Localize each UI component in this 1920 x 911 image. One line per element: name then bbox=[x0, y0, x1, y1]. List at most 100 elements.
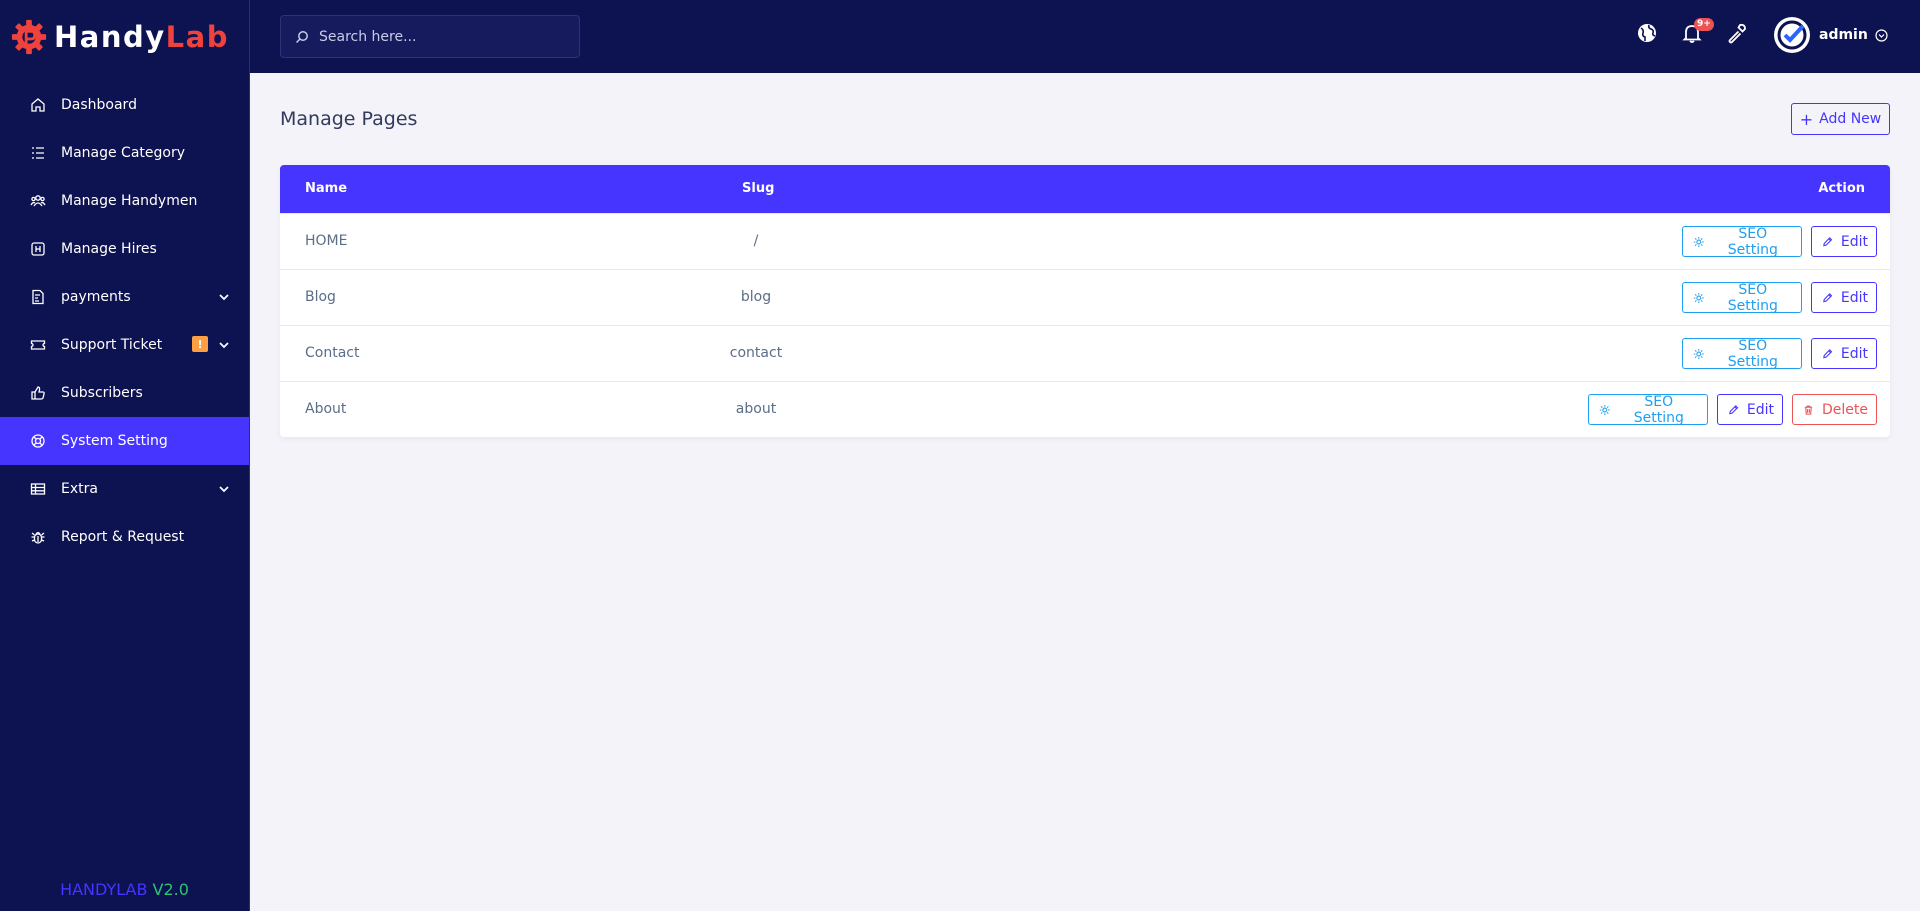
page-slug: contact bbox=[729, 345, 783, 361]
language-button[interactable] bbox=[1636, 22, 1658, 44]
sidebar-item-subscribers[interactable]: Subscribers bbox=[0, 369, 249, 417]
bug-icon bbox=[30, 529, 46, 545]
add-new-label: Add New bbox=[1819, 111, 1882, 127]
edit-button[interactable]: Edit bbox=[1811, 338, 1877, 369]
seo-setting-button[interactable]: SEO Setting bbox=[1682, 337, 1802, 370]
seo-setting-button[interactable]: SEO Setting bbox=[1588, 393, 1708, 426]
edit-label: Edit bbox=[1840, 345, 1868, 362]
page-name: Contact bbox=[305, 345, 360, 361]
row-actions: SEO Setting Edit Delete bbox=[1588, 393, 1877, 426]
sidebar-item-label: Subscribers bbox=[61, 385, 143, 401]
chevron-down-icon bbox=[219, 294, 229, 301]
gear-icon bbox=[1599, 404, 1610, 415]
avatar bbox=[1774, 17, 1810, 53]
wrench-icon bbox=[1728, 23, 1746, 44]
hires-icon bbox=[30, 241, 46, 257]
seo-setting-label: SEO Setting bbox=[1727, 337, 1778, 370]
table-header: Name Slug Action bbox=[280, 165, 1890, 213]
sidebar-item-dashboard[interactable]: Dashboard bbox=[0, 81, 249, 129]
edit-label: Edit bbox=[1746, 401, 1774, 418]
sidebar: HandyLab Dashboard Manage Category Manag… bbox=[0, 0, 250, 911]
version-name: HANDYLAB bbox=[60, 880, 148, 899]
search-input[interactable] bbox=[319, 28, 559, 45]
seo-setting-button[interactable]: SEO Setting bbox=[1682, 225, 1802, 258]
sidebar-item-manage-handymen[interactable]: Manage Handymen bbox=[0, 177, 249, 225]
top-navbar: 9+ admin bbox=[250, 0, 1920, 73]
page-name: About bbox=[305, 401, 347, 417]
sidebar-item-system-setting[interactable]: System Setting bbox=[0, 417, 249, 465]
sidebar-item-label: Manage Hires bbox=[61, 241, 157, 257]
notification-count-badge: 9+ bbox=[1694, 18, 1714, 31]
checkmark-avatar-icon bbox=[1777, 20, 1807, 50]
globe-icon bbox=[1638, 24, 1656, 42]
list-icon bbox=[30, 145, 46, 161]
page-name: Blog bbox=[305, 289, 336, 305]
sidebar-menu: Dashboard Manage Category Manage Handyme… bbox=[0, 81, 249, 561]
user-menu[interactable]: admin bbox=[1774, 16, 1888, 54]
edit-label: Edit bbox=[1840, 289, 1868, 306]
pencil-icon bbox=[1729, 404, 1739, 414]
column-header-name: Name bbox=[305, 181, 348, 196]
gear-icon bbox=[1693, 348, 1704, 359]
gear-icon bbox=[1693, 292, 1704, 303]
sidebar-item-label: Support Ticket bbox=[61, 337, 163, 353]
plus-icon: + bbox=[1799, 109, 1814, 129]
sidebar-item-payments[interactable]: payments bbox=[0, 273, 249, 321]
pencil-icon bbox=[1823, 236, 1833, 246]
row-actions: SEO Setting Edit bbox=[1682, 337, 1877, 370]
edit-button[interactable]: Edit bbox=[1717, 394, 1783, 425]
sidebar-item-manage-category[interactable]: Manage Category bbox=[0, 129, 249, 177]
page-slug: about bbox=[735, 401, 777, 417]
users-icon bbox=[30, 193, 46, 209]
row-actions: SEO Setting Edit bbox=[1682, 281, 1877, 314]
page-title: Manage Pages bbox=[280, 108, 418, 130]
seo-setting-label: SEO Setting bbox=[1727, 281, 1778, 314]
invoice-icon bbox=[30, 289, 46, 305]
thumbs-up-icon bbox=[30, 385, 46, 401]
ticket-icon bbox=[30, 337, 46, 353]
delete-label: Delete bbox=[1822, 401, 1868, 418]
seo-setting-label: SEO Setting bbox=[1633, 393, 1684, 426]
column-header-slug: Slug bbox=[742, 181, 775, 196]
gear-wrench-logo-icon bbox=[11, 19, 47, 54]
brand-name: HandyLab bbox=[54, 19, 229, 54]
add-new-button[interactable]: + Add New bbox=[1791, 103, 1890, 135]
table-row: Blog blog SEO Setting Edit bbox=[280, 269, 1890, 325]
sidebar-item-support-ticket[interactable]: Support Ticket ! bbox=[0, 321, 249, 369]
trash-icon bbox=[1804, 405, 1813, 415]
search-box[interactable] bbox=[280, 15, 580, 58]
chevron-down-circle-icon bbox=[1875, 28, 1888, 42]
table-icon bbox=[30, 481, 46, 497]
sidebar-item-manage-hires[interactable]: Manage Hires bbox=[0, 225, 249, 273]
chevron-down-icon bbox=[219, 342, 229, 349]
row-actions: SEO Setting Edit bbox=[1682, 225, 1877, 258]
gear-icon bbox=[1693, 236, 1704, 247]
delete-button[interactable]: Delete bbox=[1792, 394, 1877, 425]
sidebar-item-extra[interactable]: Extra bbox=[0, 465, 249, 513]
pencil-icon bbox=[1823, 348, 1833, 358]
page-slug: blog bbox=[740, 289, 772, 305]
sidebar-item-label: Report & Request bbox=[61, 529, 185, 545]
seo-setting-button[interactable]: SEO Setting bbox=[1682, 281, 1802, 314]
edit-label: Edit bbox=[1840, 233, 1868, 250]
edit-button[interactable]: Edit bbox=[1811, 226, 1877, 257]
settings-button[interactable] bbox=[1726, 22, 1748, 44]
chevron-down-icon bbox=[219, 486, 229, 493]
page-slug: / bbox=[753, 233, 759, 249]
notifications-button[interactable]: 9+ bbox=[1681, 18, 1714, 44]
sidebar-item-report-request[interactable]: Report & Request bbox=[0, 513, 249, 561]
table-row: HOME / SEO Setting Edit bbox=[280, 213, 1890, 269]
brand-logo[interactable]: HandyLab bbox=[0, 0, 249, 73]
sidebar-item-label: Dashboard bbox=[61, 97, 137, 113]
sidebar-item-label: System Setting bbox=[61, 433, 168, 449]
username: admin bbox=[1819, 27, 1868, 43]
pencil-icon bbox=[1823, 292, 1833, 302]
sidebar-item-label: Extra bbox=[61, 481, 98, 497]
pages-table: Name Slug Action HOME / SEO Setting Edit… bbox=[280, 165, 1890, 437]
table-row: Contact contact SEO Setting Edit bbox=[280, 325, 1890, 381]
sidebar-item-label: Manage Category bbox=[61, 145, 186, 161]
seo-setting-label: SEO Setting bbox=[1727, 225, 1778, 258]
page-name: HOME bbox=[305, 233, 348, 249]
edit-button[interactable]: Edit bbox=[1811, 282, 1877, 313]
life-ring-icon bbox=[30, 433, 46, 449]
